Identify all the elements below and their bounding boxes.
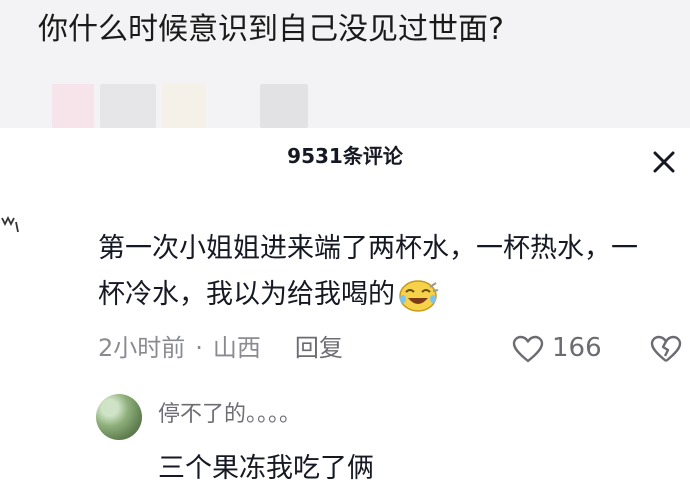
like-button[interactable]: 166 <box>512 330 602 366</box>
comment-text: 第一次小姐姐进来端了两杯水，一杯热水，一杯冷水，我以为给我喝的 <box>98 233 638 310</box>
meta-separator: · <box>195 334 203 362</box>
post-header-band: 你什么时候意识到自己没见过世面? <box>0 0 690 128</box>
close-icon[interactable] <box>648 146 680 178</box>
comment-body: 第一次小姐姐进来端了两杯水，一杯热水，一杯冷水，我以为给我喝的 <box>98 226 658 318</box>
comment-count-title: 9531条评论 <box>287 144 403 168</box>
comment-location: 山西 <box>212 334 261 362</box>
reply-text: 三个果冻我吃了俩 <box>158 453 374 484</box>
comment-meta: 2小时前 · 山西 回复 <box>98 330 343 366</box>
like-count: 166 <box>552 333 602 363</box>
commenter-avatar[interactable] <box>0 208 22 238</box>
broken-heart-icon[interactable] <box>650 334 682 364</box>
post-thumbnail[interactable] <box>100 84 156 128</box>
heart-icon <box>512 335 544 362</box>
post-thumbnail[interactable] <box>260 84 308 128</box>
crying-laughing-emoji-icon <box>397 279 439 313</box>
post-thumbnail[interactable] <box>52 84 94 128</box>
comment-time: 2小时前 <box>98 334 186 362</box>
reply-button[interactable]: 回复 <box>295 334 343 362</box>
post-image-strip <box>52 84 352 128</box>
post-thumbnail[interactable] <box>162 84 206 128</box>
reply-author[interactable]: 停不了的。。。。 <box>158 398 301 432</box>
post-question-title: 你什么时候意识到自己没见过世面? <box>38 12 504 47</box>
reply-avatar[interactable] <box>96 394 142 440</box>
